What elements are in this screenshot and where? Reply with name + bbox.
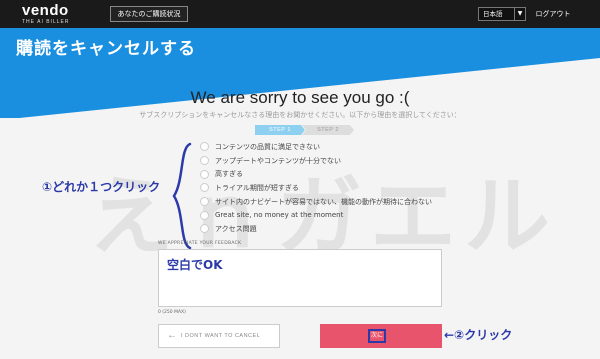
reason-option[interactable]: コンテンツの品質に満足できない [200,140,480,154]
reason-option[interactable]: Great site, no money at the moment [200,208,480,222]
reason-list: コンテンツの品質に満足できない アップデートやコンテンツが十分でない 高すぎる … [200,140,480,236]
step-2-indicator: STEP 2 [302,125,354,135]
language-select[interactable]: 日本語 ▼ [478,7,526,21]
reason-option[interactable]: アクセス問題 [200,222,480,236]
reason-label: 高すぎる [215,170,243,179]
radio-button[interactable] [200,224,209,234]
radio-button[interactable] [200,156,209,166]
dont-cancel-label: I DONT WANT TO CANCEL [181,333,261,339]
annotation-leave-blank: 空白でOK [167,258,223,272]
reason-option[interactable]: アップデートやコンテンツが十分でない [200,154,480,168]
next-button[interactable]: 次に [320,324,442,348]
reason-label: Great site, no money at the moment [215,211,344,220]
next-button-label: 次に [368,329,386,343]
arrow-left-icon: ← [167,330,178,341]
radio-button[interactable] [200,142,209,152]
step-1-indicator: STEP 1 [255,125,305,135]
logout-button[interactable]: ログアウト [530,7,576,21]
feedback-textarea[interactable]: 空白でOK [158,249,442,307]
top-bar: vendo THE AI BILLER あなたのご購読状況 日本語 ▼ ログアウ… [0,0,600,28]
feedback-label: WE APPRECIATE YOUR FEEDBACK [158,241,242,246]
reason-label: アップデートやコンテンツが十分でない [215,156,341,165]
radio-button[interactable] [200,197,209,207]
radio-button[interactable] [200,210,209,220]
reason-label: サイト内のナビゲートが容易ではない、機能の動作が期待に合わない [215,197,432,206]
annotation-click-next: ←②クリック [444,328,513,342]
brace-annotation [172,142,192,250]
language-value: 日本語 [483,10,503,18]
reason-label: アクセス問題 [215,224,257,233]
page-title: 購読をキャンセルする [16,39,196,59]
reason-label: トライアル期間が短すぎる [215,183,299,192]
vendo-logo[interactable]: vendo THE AI BILLER [22,3,69,25]
headline: We are sorry to see you go :( [190,88,410,107]
reason-label: コンテンツの品質に満足できない [215,142,320,151]
instruction-text: サブスクリプションをキャンセルなさる理由をお聞かせください。以下から理由を選択し… [139,111,461,119]
subscription-status-button[interactable]: あなたのご購読状況 [110,6,188,22]
reason-option[interactable]: 高すぎる [200,167,480,181]
char-count: 0 (250 MAX) [158,310,186,315]
chevron-down-icon: ▼ [514,8,525,20]
radio-button[interactable] [200,183,209,193]
reason-option[interactable]: サイト内のナビゲートが容易ではない、機能の動作が期待に合わない [200,195,480,209]
annotation-choose-one: ①どれか１つクリック [42,180,161,194]
brand-name: vendo [22,2,69,19]
radio-button[interactable] [200,169,209,179]
dont-cancel-button[interactable]: ← I DONT WANT TO CANCEL [158,324,280,348]
brand-tagline: THE AI BILLER [22,19,70,25]
reason-option[interactable]: トライアル期間が短すぎる [200,181,480,195]
